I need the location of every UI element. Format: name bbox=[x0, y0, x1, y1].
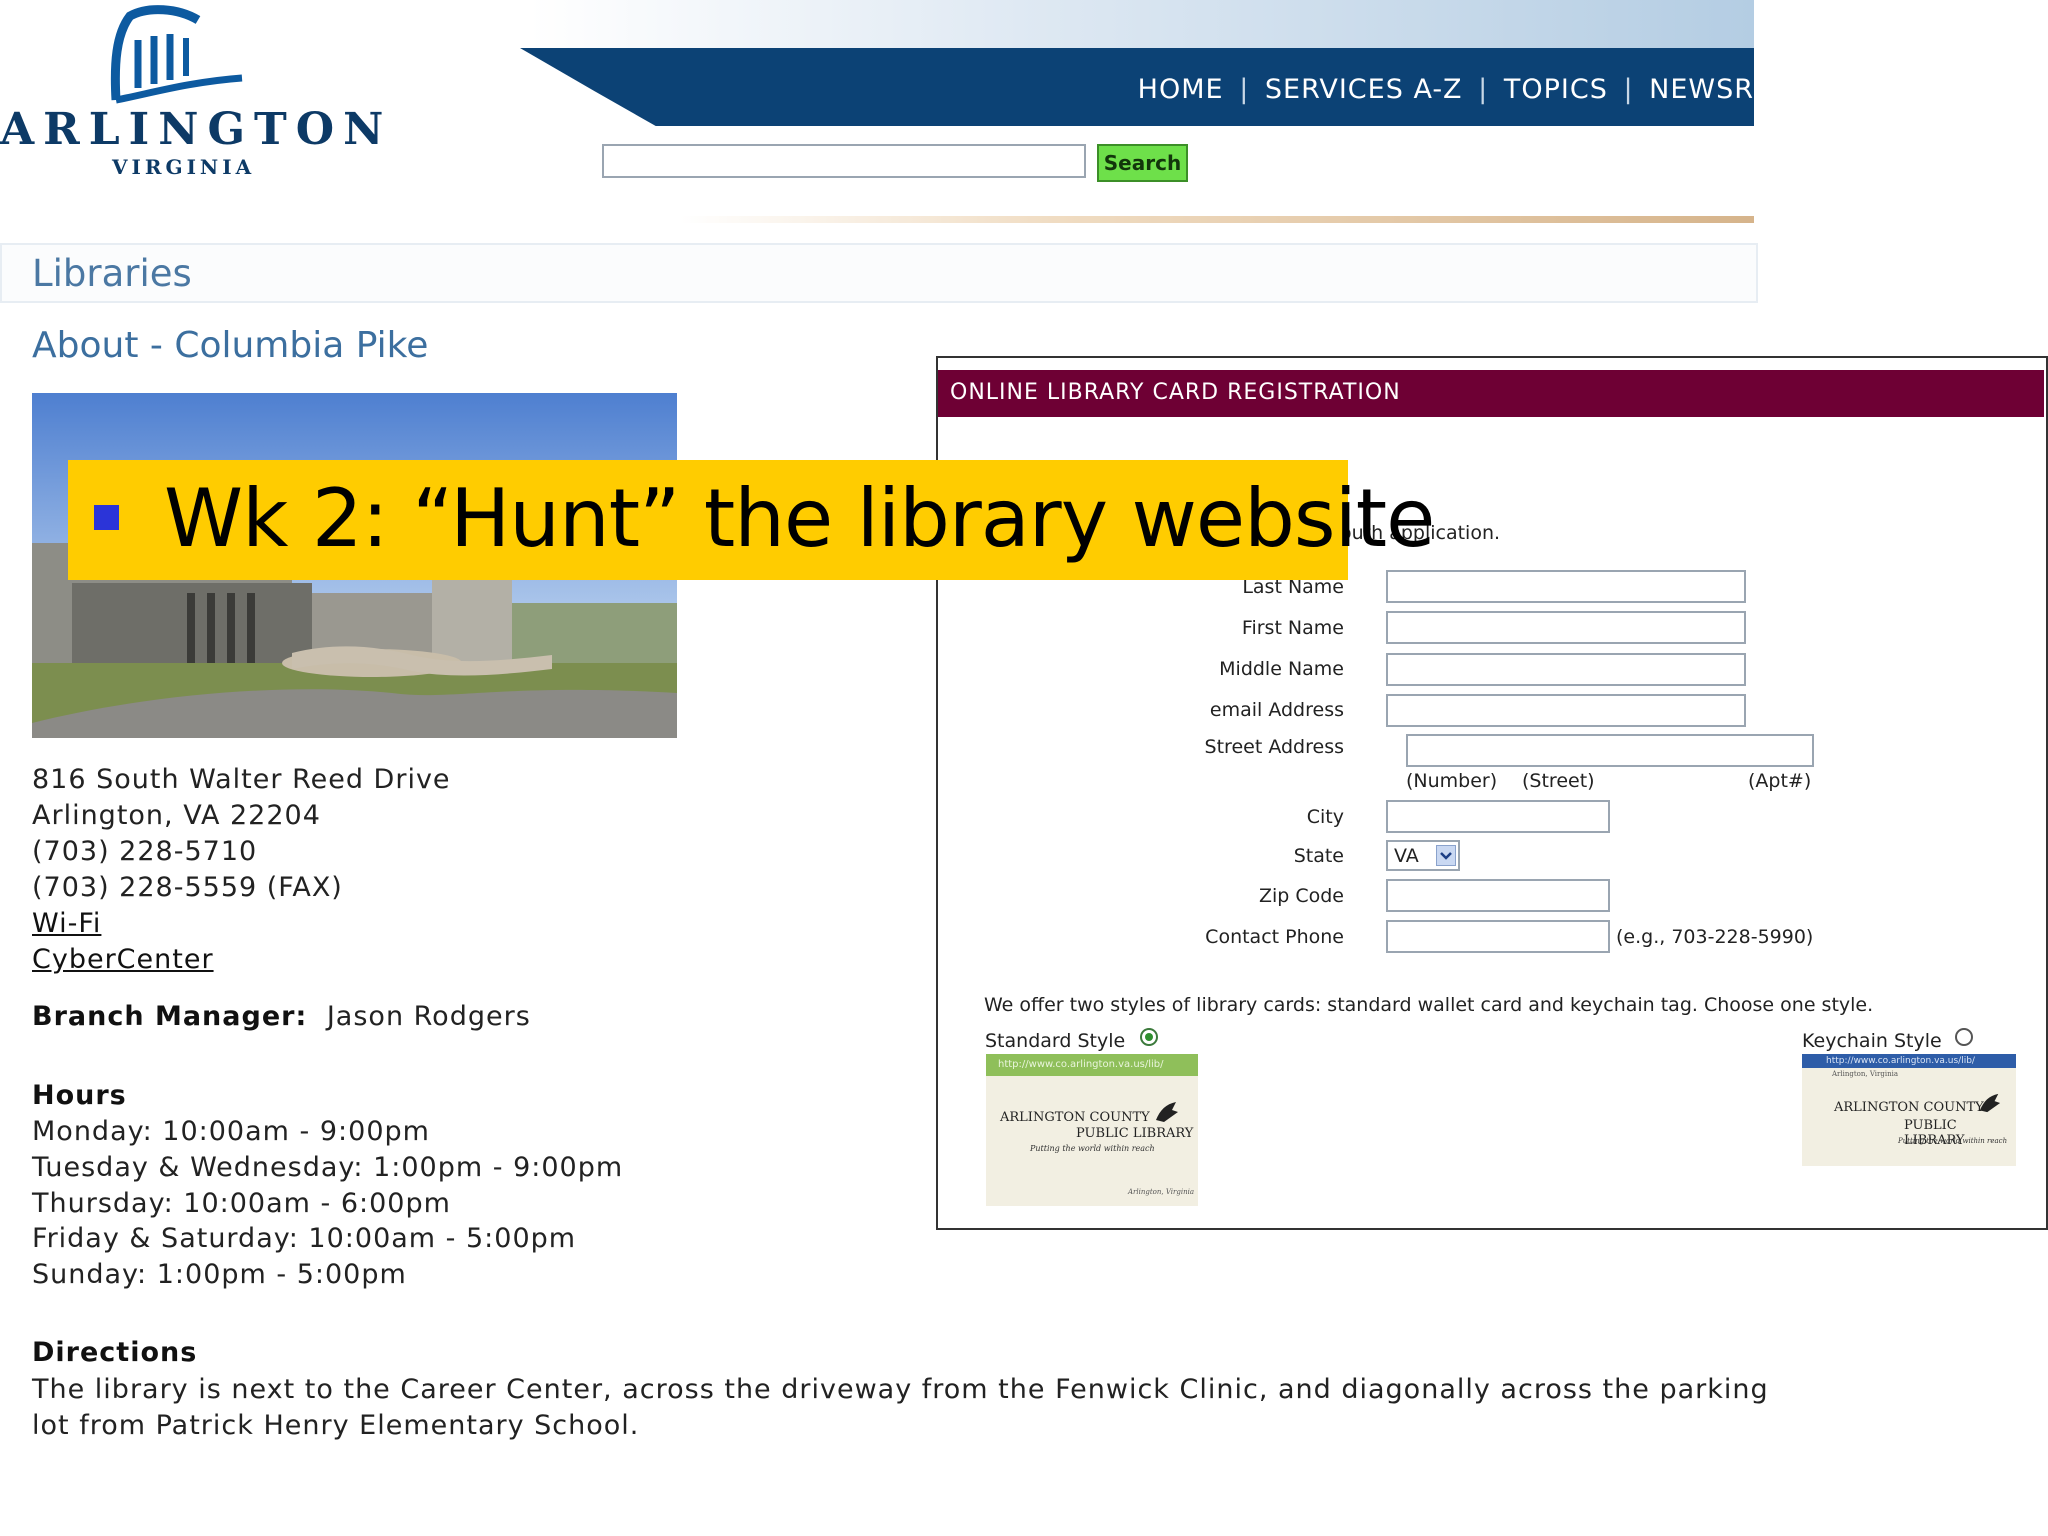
card-tagline: Putting the world within reach bbox=[1030, 1144, 1155, 1153]
keychain-card-image: http://www.co.arlington.va.us/lib/ Arlin… bbox=[1802, 1054, 2016, 1166]
city-input[interactable] bbox=[1386, 800, 1610, 833]
address-line-2: Arlington, VA 22204 bbox=[32, 800, 321, 831]
hours-line: Sunday: 1:00pm - 5:00pm bbox=[32, 1259, 407, 1290]
standard-card-image: http://www.co.arlington.va.us/lib/ ARLIN… bbox=[986, 1054, 1198, 1206]
state-label: State bbox=[1293, 845, 1344, 867]
card-org: Arlington, Virginia bbox=[1832, 1070, 1899, 1078]
header-divider bbox=[680, 216, 1754, 223]
address-line-1: 816 South Walter Reed Drive bbox=[32, 764, 451, 795]
directions-heading: Directions bbox=[32, 1337, 198, 1368]
fax-number: (703) 228-5559 (FAX) bbox=[32, 872, 343, 903]
wifi-link[interactable]: Wi-Fi bbox=[32, 908, 101, 939]
email-label: email Address bbox=[1209, 699, 1344, 721]
page-title: About - Columbia Pike bbox=[32, 325, 429, 366]
keychain-style-radio[interactable] bbox=[1955, 1028, 1973, 1046]
nav-separator: | bbox=[1623, 74, 1634, 105]
city-label: City bbox=[1306, 806, 1344, 828]
contact-phone-label: Contact Phone bbox=[1205, 926, 1344, 948]
registration-title: ONLINE LIBRARY CARD REGISTRATION bbox=[950, 380, 1401, 405]
middle-name-input[interactable] bbox=[1386, 653, 1746, 686]
last-name-input[interactable] bbox=[1386, 570, 1746, 603]
phone-hint: (e.g., 703-228-5990) bbox=[1616, 926, 1814, 948]
first-name-input[interactable] bbox=[1386, 611, 1746, 644]
hours-line: Friday & Saturday: 10:00am - 5:00pm bbox=[32, 1223, 577, 1254]
card-style-note: We offer two styles of library cards: st… bbox=[984, 994, 1874, 1016]
email-input[interactable] bbox=[1386, 694, 1746, 727]
card-name: PUBLIC LIBRARY bbox=[1076, 1126, 1194, 1141]
bullet-square-icon bbox=[94, 505, 119, 530]
top-nav: HOME | SERVICES A-Z | TOPICS | NEWSR bbox=[1138, 74, 1754, 105]
keychain-style-label: Keychain Style bbox=[1802, 1030, 1942, 1052]
hours-line: Monday: 10:00am - 9:00pm bbox=[32, 1116, 430, 1147]
street-name-hint: (Street) bbox=[1522, 770, 1595, 792]
library-logo-icon bbox=[1156, 1102, 1178, 1122]
nav-separator: | bbox=[1478, 74, 1489, 105]
nav-news[interactable]: NEWSR bbox=[1649, 74, 1754, 105]
branch-manager: Branch Manager: Jason Rodgers bbox=[32, 1001, 531, 1032]
section-title[interactable]: Libraries bbox=[32, 252, 192, 295]
directions-text: The library is next to the Career Center… bbox=[32, 1374, 1769, 1405]
street-input[interactable] bbox=[1406, 734, 1814, 767]
apt-hint: (Apt#) bbox=[1748, 770, 1812, 792]
library-logo-icon bbox=[1979, 1093, 2001, 1113]
contact-phone-input[interactable] bbox=[1386, 920, 1610, 953]
hours-heading: Hours bbox=[32, 1080, 127, 1111]
nav-separator: | bbox=[1239, 74, 1250, 105]
street-number-hint: (Number) bbox=[1406, 770, 1498, 792]
logo-mark-icon bbox=[110, 5, 243, 104]
chevron-down-icon[interactable] bbox=[1436, 845, 1456, 866]
directions-text: lot from Patrick Henry Elementary School… bbox=[32, 1410, 640, 1441]
phone-number: (703) 228-5710 bbox=[32, 836, 258, 867]
cybercenter-link[interactable]: CyberCenter bbox=[32, 944, 214, 975]
hours-line: Tuesday & Wednesday: 1:00pm - 9:00pm bbox=[32, 1152, 624, 1183]
card-name: ARLINGTON COUNTY bbox=[1000, 1110, 1150, 1125]
standard-style-radio[interactable] bbox=[1140, 1028, 1158, 1046]
middle-name-label: Middle Name bbox=[1219, 658, 1344, 680]
street-label: Street Address bbox=[1204, 736, 1344, 758]
section-bar bbox=[0, 243, 1758, 303]
logo-subtitle: VIRGINIA bbox=[112, 155, 256, 179]
zip-label: Zip Code bbox=[1258, 885, 1344, 907]
nav-home[interactable]: HOME bbox=[1138, 74, 1224, 105]
card-org: Arlington, Virginia bbox=[1128, 1188, 1195, 1196]
card-url: http://www.co.arlington.va.us/lib/ bbox=[1802, 1054, 2016, 1068]
search-input[interactable] bbox=[602, 144, 1086, 178]
card-name: ARLINGTON COUNTY bbox=[1834, 1100, 1984, 1115]
standard-style-label: Standard Style bbox=[985, 1030, 1126, 1052]
manager-label: Branch Manager: bbox=[32, 1001, 308, 1032]
state-value: VA bbox=[1394, 845, 1419, 867]
arlington-logo[interactable]: ARLINGTON VIRGINIA bbox=[0, 0, 393, 180]
radio-selected-dot bbox=[1145, 1033, 1153, 1041]
hours-line: Thursday: 10:00am - 6:00pm bbox=[32, 1188, 451, 1219]
first-name-label: First Name bbox=[1241, 617, 1344, 639]
card-url: http://www.co.arlington.va.us/lib/ bbox=[986, 1054, 1198, 1076]
banner-text: Wk 2: “Hunt” the library website bbox=[164, 472, 1435, 565]
logo-name: ARLINGTON bbox=[0, 104, 393, 155]
nav-services[interactable]: SERVICES A-Z bbox=[1265, 74, 1463, 105]
zip-input[interactable] bbox=[1386, 879, 1610, 912]
card-tagline: Putting the world within reach bbox=[1898, 1137, 2008, 1145]
manager-name: Jason Rodgers bbox=[326, 1001, 531, 1032]
state-select[interactable]: VA bbox=[1386, 840, 1460, 871]
search-button[interactable]: Search bbox=[1097, 144, 1188, 182]
header-gradient bbox=[530, 0, 1754, 50]
nav-topics[interactable]: TOPICS bbox=[1504, 74, 1608, 105]
